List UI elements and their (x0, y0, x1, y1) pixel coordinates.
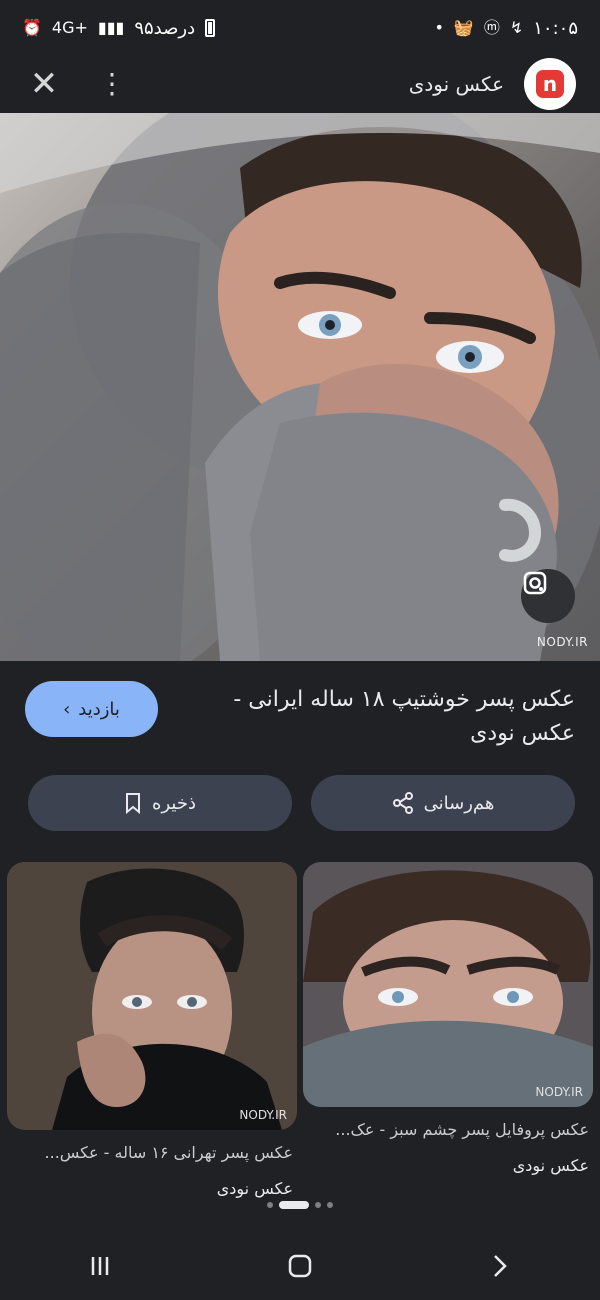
bookmark-icon (126, 793, 141, 814)
related-watermark: NODY.IR (239, 1108, 287, 1122)
notification-dot-icon: • (434, 18, 444, 37)
site-name[interactable]: عکس نودی (409, 72, 504, 96)
pager-dot (267, 1202, 273, 1208)
close-icon[interactable]: ✕ (24, 64, 64, 104)
network-type: 4G+ (51, 18, 88, 37)
image-info: عکس پسر خوشتیپ ۱۸ ساله ایرانی - عکس نودی… (0, 677, 600, 757)
related-photo-illustration (7, 862, 297, 1130)
hero-photo-illustration (0, 113, 600, 661)
pager-dot (327, 1202, 333, 1208)
image-actions: ذخیره هم‌رسانی (0, 775, 600, 831)
recent-apps-icon[interactable] (75, 1241, 125, 1291)
missed-call-icon: ↯ (509, 18, 524, 37)
related-thumbnail[interactable]: NODY.IR (303, 862, 593, 1107)
visit-label: بازدید (78, 698, 120, 720)
status-left: ⏰ 4G+ ▮▮▮ ۹۵درصد (22, 17, 216, 39)
home-icon[interactable] (275, 1241, 325, 1291)
alarm-icon: ⏰ (22, 18, 42, 37)
related-thumbnail[interactable]: NODY.IR (7, 862, 297, 1130)
related-photo-illustration (303, 862, 593, 1107)
related-card[interactable]: NODY.IR عکس پروفایل پسر چشم سبز - عک... … (303, 862, 593, 1179)
back-icon[interactable] (475, 1241, 525, 1291)
home-svg (288, 1254, 312, 1278)
save-label: ذخیره (152, 792, 196, 814)
chevron-right-icon: › (63, 698, 71, 720)
image-viewer-header: ✕ ⋮ عکس نودی n (0, 56, 600, 112)
google-lens-button[interactable] (521, 569, 575, 623)
clock: ۱۰:۰۵ (533, 17, 578, 39)
image-title[interactable]: عکس پسر خوشتیپ ۱۸ ساله ایرانی - عکس نودی (215, 683, 575, 751)
related-watermark: NODY.IR (535, 1085, 583, 1099)
visit-button[interactable]: بازدید › (25, 681, 158, 737)
status-bar: ⏰ 4G+ ▮▮▮ ۹۵درصد • 🧺 ⓜ ↯ ۱۰:۰۵ (0, 0, 600, 56)
share-icon (392, 792, 413, 814)
google-lens-icon (523, 571, 547, 595)
back-svg (494, 1255, 507, 1277)
image-watermark: NODY.IR (536, 635, 588, 649)
save-button[interactable]: ذخیره (28, 775, 292, 831)
related-source: عکس نودی (512, 1156, 589, 1175)
pager-dot-active (279, 1201, 309, 1209)
battery-icon (205, 19, 216, 37)
signal-icon: ▮▮▮ (97, 18, 125, 37)
android-navigation-bar (0, 1236, 600, 1296)
app-icon: ⓜ (483, 18, 500, 37)
battery-percent: ۹۵درصد (134, 17, 196, 39)
share-button[interactable]: هم‌رسانی (311, 775, 575, 831)
status-right: • 🧺 ⓜ ↯ ۱۰:۰۵ (434, 18, 578, 39)
hero-image[interactable]: NODY.IR (0, 113, 600, 661)
recent-apps-svg (91, 1257, 109, 1275)
more-vertical-icon[interactable]: ⋮ (98, 70, 126, 98)
related-title: عکس پروفایل پسر چشم سبز - عک... (335, 1120, 589, 1139)
related-card[interactable]: NODY.IR عکس پسر تهرانی ۱۶ ساله - عکس... … (7, 862, 297, 1202)
share-label: هم‌رسانی (423, 792, 495, 814)
image-pager (0, 1199, 600, 1211)
pager-dot (315, 1202, 321, 1208)
site-logo[interactable]: n (524, 58, 576, 110)
related-title: عکس پسر تهرانی ۱۶ ساله - عکس... (44, 1143, 293, 1162)
basket-icon: 🧺 (453, 18, 474, 37)
site-logo-letter: n (536, 70, 564, 98)
